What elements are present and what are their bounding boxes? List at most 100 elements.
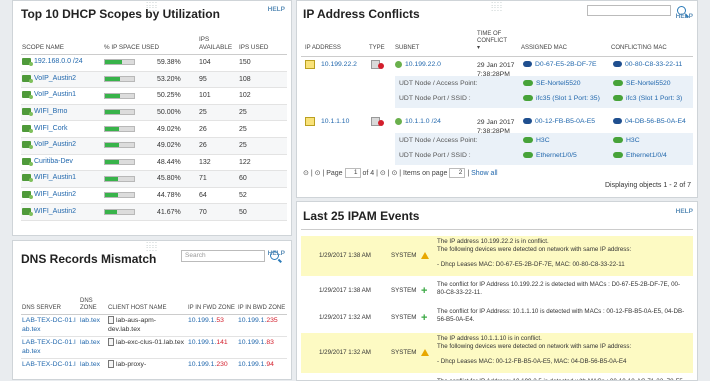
- subnet-link[interactable]: 10.199.22.0: [405, 61, 441, 68]
- host-name: lab-exc-clus-01.lab.tex: [116, 338, 184, 346]
- conflicting-mac-link[interactable]: 00-80-C8-33-22-11: [625, 61, 682, 68]
- ips-used-cell: 102: [238, 87, 287, 105]
- page-input[interactable]: 1: [344, 168, 361, 178]
- dns-server-link[interactable]: LAB-TEX-DC-01.l ab.tex: [21, 336, 79, 359]
- col-ips-available[interactable]: IPS AVAILABLE: [198, 34, 238, 55]
- col-time[interactable]: TIME OF CONFLICT ▾: [477, 31, 511, 52]
- fwd-ip-prefix[interactable]: 10.199.1.: [188, 339, 216, 346]
- usage-bar: [104, 159, 135, 166]
- subnet-icon: [395, 118, 402, 125]
- conflicting-port-link[interactable]: ifc3 (Slot 1 Port: 3): [626, 95, 682, 102]
- help-link[interactable]: HELP: [676, 13, 693, 20]
- dhcp-scopes-panel: :::::::: Top 10 DHCP Scopes by Utilizati…: [12, 0, 292, 236]
- scope-name-link[interactable]: VoIP_Austin2: [34, 75, 76, 82]
- show-all-link[interactable]: Show all: [471, 170, 497, 177]
- event-message-line: The IP address 10.199.22.2 is in conflic…: [437, 238, 549, 245]
- usage-bar-fill: [105, 60, 123, 65]
- fwd-ip-suffix: 53: [216, 316, 224, 324]
- col-dns-zone[interactable]: DNS ZONE: [79, 280, 107, 315]
- ip-node-icon: [305, 60, 315, 69]
- usage-cell: 49.02%: [103, 137, 198, 155]
- col-conflicting-mac[interactable]: CONFLICTING MAC: [611, 45, 667, 52]
- ip-address-link[interactable]: 10.199.22.2: [321, 61, 357, 68]
- scope-icon: [22, 191, 33, 200]
- table-row: WIFI_Austin2 41.67% 70 50: [21, 203, 287, 221]
- col-scope-name[interactable]: SCOPE NAME: [21, 34, 103, 55]
- scope-name-link[interactable]: WIFI_Austin2: [34, 191, 76, 198]
- scope-cell: Curitiba-Dev: [21, 154, 103, 172]
- dns-zone-link[interactable]: lab.tex: [79, 336, 107, 359]
- col-ip-address[interactable]: IP ADDRESS: [305, 45, 341, 52]
- event-message-line: [437, 350, 689, 358]
- conflicting-ap-link[interactable]: H3C: [626, 137, 640, 144]
- conflicting-mac-link[interactable]: 04-DB-56-B5-0A-E4: [625, 118, 686, 125]
- search-input[interactable]: Search: [181, 250, 265, 262]
- scope-name-link[interactable]: Curitiba-Dev: [34, 158, 73, 165]
- drag-handle[interactable]: ::::::::: [491, 1, 503, 13]
- port-icon: [523, 152, 533, 159]
- assigned-mac-link[interactable]: 00-12-FB-B5-0A-E5: [535, 118, 595, 125]
- bwd-ip-prefix[interactable]: 10.199.1.: [238, 317, 266, 324]
- help-link[interactable]: HELP: [676, 208, 693, 215]
- first-page-button[interactable]: ⊙: [303, 170, 309, 177]
- dns-server-link[interactable]: LAB-TEX-DC-01.l ab.tex: [21, 314, 79, 337]
- col-dns-server[interactable]: DNS SERVER: [21, 280, 79, 315]
- conflicting-port-link[interactable]: Ethernet1/0/4: [626, 152, 667, 159]
- scope-cell: WIFI_Cork: [21, 120, 103, 138]
- dns-zone-link[interactable]: lab.tex: [79, 358, 107, 379]
- usage-bar: [104, 142, 135, 149]
- ips-available-cell: 64: [198, 187, 238, 205]
- conflicting-ap-link[interactable]: SE-Nortel5520: [626, 80, 671, 87]
- usage-cell: 59.38%: [103, 54, 198, 72]
- bwd-ip-prefix[interactable]: 10.199.1.: [238, 339, 266, 346]
- drag-handle[interactable]: ::::::::: [146, 241, 158, 253]
- ips-available-cell: 71: [198, 170, 238, 188]
- subnet-link[interactable]: 10.1.1.0 /24: [405, 118, 441, 125]
- items-input[interactable]: 2: [449, 168, 466, 178]
- scope-name-link[interactable]: WIFI_Cork: [34, 125, 67, 132]
- dns-zone-link[interactable]: lab.tex: [79, 314, 107, 337]
- col-ip-fwd[interactable]: IP IN FWD ZONE: [187, 280, 237, 315]
- usage-cell: 53.20%: [103, 71, 198, 89]
- col-client-host[interactable]: CLIENT HOST NAME: [107, 280, 187, 315]
- col-ip-space-used[interactable]: % IP SPACE USED: [103, 34, 198, 55]
- usage-bar: [104, 125, 135, 132]
- col-type[interactable]: TYPE: [369, 45, 385, 52]
- col-ip-bwd[interactable]: IP IN BWD ZONE: [237, 280, 287, 315]
- assigned-port-link[interactable]: Ethernet1/0/5: [536, 152, 577, 159]
- fwd-ip-prefix[interactable]: 10.199.1.: [188, 361, 216, 368]
- help-link[interactable]: HELP: [268, 250, 285, 257]
- scope-name-link[interactable]: 192.168.0.0 /24: [34, 58, 83, 65]
- scope-name-link[interactable]: WIFI_Austin2: [34, 208, 76, 215]
- assigned-port-link[interactable]: ifc35 (Slot 1 Port: 35): [536, 95, 600, 102]
- usage-cell: 48.44%: [103, 154, 198, 172]
- scope-name-link[interactable]: VoIP_Austin1: [34, 91, 76, 98]
- assigned-mac-link[interactable]: D0-67-E5-2B-DF-7E: [535, 61, 597, 68]
- scope-name-link[interactable]: VoIP_Austin2: [34, 141, 76, 148]
- col-ips-used[interactable]: IPS USED: [238, 34, 287, 55]
- ip-address-link[interactable]: 10.1.1.10: [321, 118, 349, 125]
- last-page-button[interactable]: ⊙: [391, 170, 397, 177]
- prev-page-button[interactable]: ⊙: [315, 170, 321, 177]
- fwd-ip-prefix[interactable]: 10.199.1.: [188, 317, 216, 324]
- table-row: WIFI_Cork 49.02% 26 25: [21, 120, 287, 138]
- scope-name-link[interactable]: WIFI_Brno: [34, 108, 67, 115]
- next-page-button[interactable]: ⊙: [380, 170, 386, 177]
- fwd-ip-cell: 10.199.1.230: [187, 358, 237, 379]
- assigned-ap-link[interactable]: SE-Nortel5520: [536, 80, 581, 87]
- dns-server-link[interactable]: LAB-TEX-DC-01.l: [21, 358, 79, 379]
- help-link[interactable]: HELP: [268, 6, 285, 13]
- dns-table: DNS SERVER DNS ZONE CLIENT HOST NAME IP …: [21, 280, 287, 379]
- search-input[interactable]: [587, 5, 671, 16]
- switch-icon: [613, 80, 623, 87]
- assigned-ap-link[interactable]: H3C: [536, 137, 550, 144]
- ips-available-cell: 70: [198, 203, 238, 221]
- scope-name-link[interactable]: WIFI_Austin1: [34, 174, 76, 181]
- scope-cell: 192.168.0.0 /24: [21, 54, 103, 72]
- col-subnet[interactable]: SUBNET: [395, 45, 419, 52]
- udt-port-label: UDT Node Port / SSID :: [399, 152, 471, 159]
- col-assigned-mac[interactable]: ASSIGNED MAC: [521, 45, 567, 52]
- document-icon: [108, 359, 114, 368]
- bwd-ip-prefix[interactable]: 10.199.1.: [238, 361, 266, 368]
- error-badge-icon: [378, 120, 384, 126]
